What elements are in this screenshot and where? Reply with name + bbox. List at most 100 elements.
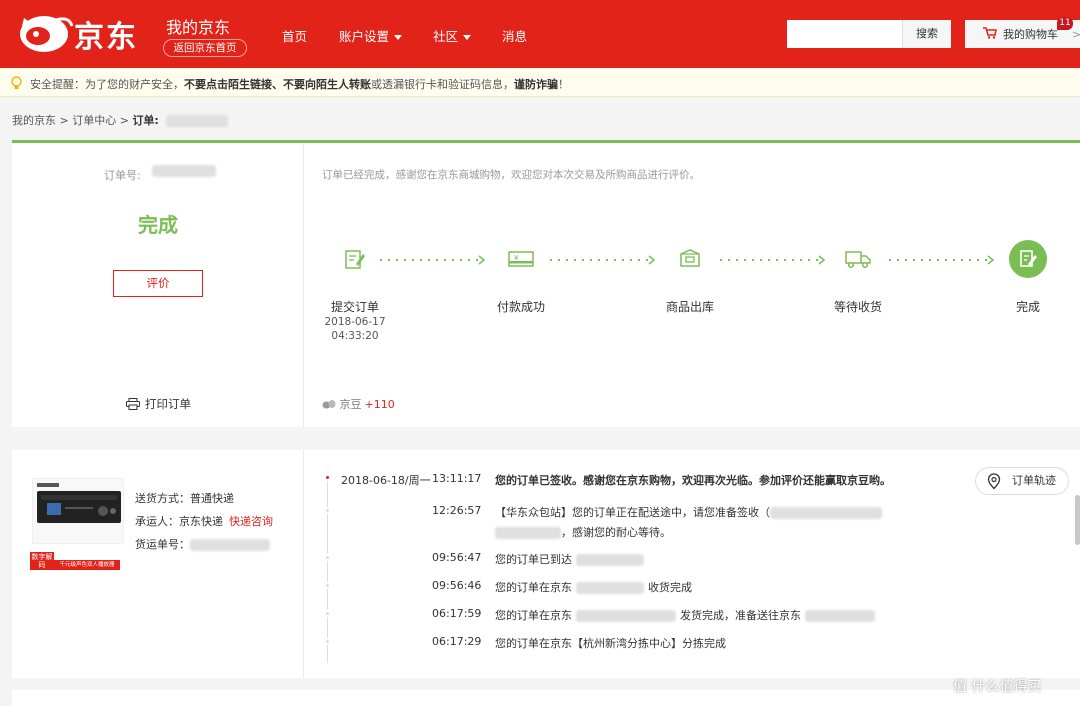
- chevron-down-icon: [394, 35, 403, 40]
- logo-text[interactable]: 京东: [74, 12, 138, 56]
- ship-method: 送货方式：普通快递: [135, 492, 234, 505]
- redacted-order-number: [166, 115, 229, 127]
- check-done-icon: [1009, 240, 1047, 278]
- submit-datetime: 2018-06-17 04:33:20: [315, 315, 395, 343]
- step-label: 付款成功: [496, 300, 545, 314]
- my-jd-title[interactable]: 我的京东: [166, 14, 230, 38]
- redacted-info: [576, 554, 644, 566]
- back-home-link[interactable]: 返回京东首页: [163, 39, 247, 57]
- event-time: 06:17:59: [432, 607, 482, 620]
- breadcrumb: 我的京东 > 订单中心 > 订单:: [12, 112, 229, 128]
- tracking-number: 货运单号：: [135, 536, 270, 552]
- event-message: 您的订单在京东 收货完成: [495, 579, 692, 595]
- timeline-dot: [324, 507, 331, 514]
- order-number-label: 订单号:: [104, 169, 141, 182]
- nav-account-settings[interactable]: 账户设置: [339, 26, 403, 45]
- carrier-info: 承运人：京东快递 快递咨询: [135, 513, 273, 529]
- logistics-panel: 数字解码 千元级声色双人播放器 送货方式：普通快递 承运人：京东快递 快递咨询 货…: [12, 450, 1080, 678]
- location-pin-icon: [987, 473, 1001, 490]
- timeline-dot: [324, 638, 331, 645]
- redacted-info: [495, 527, 561, 539]
- timeline-line: [327, 477, 328, 663]
- tip-bold-2: 谨防诈骗: [514, 78, 558, 91]
- chevron-down-icon: [463, 35, 472, 40]
- progress-dots: [889, 255, 995, 265]
- courier-inquiry-link[interactable]: 快递咨询: [229, 515, 273, 528]
- order-complete-message: 订单已经完成，感谢您在京东商城购物，欢迎您对本次交易及所购商品进行评价。: [322, 169, 700, 181]
- event-message: 您的订单已签收。感谢您在京东购物，欢迎再次光临。参加评价还能赢取京豆哟。: [495, 474, 891, 487]
- event-time: 09:56:46: [432, 579, 482, 592]
- progress-dots: [550, 255, 656, 265]
- step-label: 等待收货: [833, 300, 882, 314]
- lightbulb-icon: [11, 76, 22, 89]
- print-order-button[interactable]: 打印订单: [126, 396, 191, 412]
- top-header: 京东 我的京东 返回京东首页 首页 账户设置 社区 消息 搜索 我的购物车 11…: [0, 0, 1080, 68]
- tip-mid: 或透漏银行卡和验证码信息，: [371, 78, 514, 91]
- bean-icon: [322, 400, 336, 409]
- payment-icon: ¥: [505, 243, 537, 275]
- product-promo-badge: 数字解码 千元级声色双人播放器: [30, 552, 122, 570]
- order-status-panel: 订单号: 完成 评价 打印订单 订单已经完成，感谢您在京东商城购物，欢迎您对本次…: [12, 140, 1080, 427]
- breadcrumb-separator: >: [119, 114, 129, 127]
- tip-suffix: ！: [558, 78, 569, 91]
- event-message-part: 您的订单在京东: [495, 581, 572, 594]
- tracking-label: 货运单号：: [135, 538, 190, 551]
- event-message-cont: ，感谢您的耐心等待。: [495, 524, 671, 540]
- nav-messages[interactable]: 消息: [502, 26, 527, 45]
- cart-label: 我的购物车: [1003, 28, 1058, 41]
- step-awaiting-delivery: 等待收货: [818, 243, 898, 314]
- breadcrumb-order-center[interactable]: 订单中心: [72, 114, 116, 127]
- redacted-info: [770, 507, 882, 519]
- bean-value: +110: [364, 398, 395, 411]
- order-track-label: 订单轨迹: [1012, 474, 1056, 487]
- event-time: 09:56:47: [432, 551, 482, 564]
- search-input[interactable]: [787, 20, 905, 48]
- event-message-part: ，感谢您的耐心等待。: [561, 526, 671, 539]
- event-message-part: 【华东众包站】您的订单正在配送途中，请您准备签收（: [495, 506, 770, 519]
- submit-order-icon: [339, 243, 371, 275]
- breadcrumb-separator: >: [59, 114, 69, 127]
- event-message-part: 您的订单在京东: [495, 609, 572, 622]
- redacted-order-number: [152, 165, 216, 177]
- order-track-button[interactable]: 订单轨迹: [975, 467, 1069, 495]
- redacted-info: [576, 610, 676, 622]
- event-message-part: 发货完成，准备送往京东: [680, 609, 801, 622]
- progress-dots: [380, 255, 486, 265]
- submit-date: 2018-06-17: [324, 316, 386, 328]
- nav-community[interactable]: 社区: [433, 26, 472, 45]
- step-label: 完成: [1015, 300, 1040, 314]
- tip-bold-1: 不要点击陌生链接、不要向陌生人转账: [184, 78, 371, 91]
- product-image[interactable]: [32, 478, 124, 544]
- package-icon: [674, 243, 706, 275]
- timeline-dot: [324, 554, 331, 561]
- timeline-dot: [324, 582, 331, 589]
- event-message: 您的订单在京东 发货完成，准备送往京东: [495, 607, 875, 623]
- breadcrumb-my-jd[interactable]: 我的京东: [12, 114, 56, 127]
- redacted-info: [576, 582, 644, 594]
- order-summary: 订单号: 完成 评价 打印订单: [12, 143, 304, 427]
- event-message: 【华东众包站】您的订单正在配送途中，请您准备签收（: [495, 504, 882, 520]
- tip-prefix: 安全提醒：为了您的财产安全，: [30, 78, 184, 91]
- progress-dots: [720, 255, 826, 265]
- nav-messages-label: 消息: [502, 29, 528, 44]
- search-button[interactable]: 搜索: [902, 20, 951, 48]
- security-tip-text: 安全提醒：为了您的财产安全，不要点击陌生链接、不要向陌生人转账或透漏银行卡和验证…: [30, 76, 569, 92]
- nav-community-label: 社区: [433, 29, 459, 44]
- event-message: 您的订单在京东【杭州新湾分拣中心】分拣完成: [495, 637, 726, 650]
- review-button[interactable]: 评价: [113, 270, 203, 297]
- next-panel-edge: [12, 690, 1080, 706]
- event-message-part: 收货完成: [648, 581, 692, 594]
- event-message: 您的订单已到达: [495, 551, 644, 567]
- scrollbar-thumb[interactable]: [1075, 495, 1080, 545]
- chevron-right-icon: >: [1072, 28, 1080, 41]
- breadcrumb-order: 订单:: [132, 114, 159, 127]
- event-time: 12:26:57: [432, 504, 482, 517]
- print-order-label: 打印订单: [145, 397, 191, 411]
- nav-home-label: 首页: [282, 29, 308, 44]
- event-time: 13:11:17: [432, 472, 482, 485]
- step-label: 商品出库: [665, 300, 714, 314]
- timeline-dot: [324, 610, 331, 617]
- security-tip-bar: 安全提醒：为了您的财产安全，不要点击陌生链接、不要向陌生人转账或透漏银行卡和验证…: [0, 68, 1080, 97]
- jd-bean-reward: 京豆 +110: [322, 396, 395, 412]
- nav-home[interactable]: 首页: [282, 26, 307, 45]
